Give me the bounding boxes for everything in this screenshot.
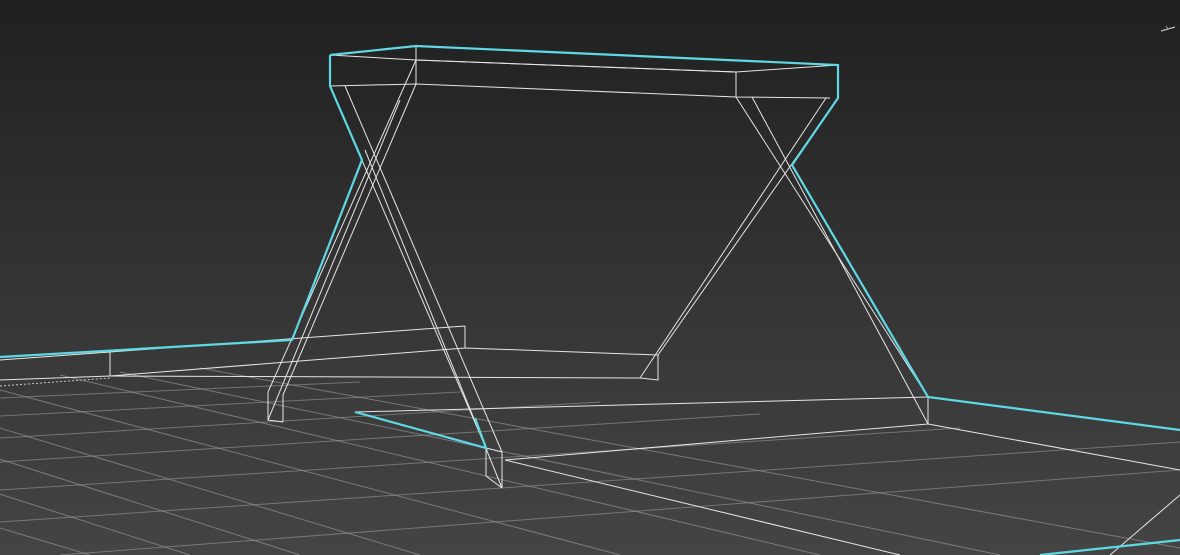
right-leg-a-outer [735, 96, 929, 398]
left-leg-lower-b [267, 99, 401, 421]
beam-bottom-front [329, 83, 831, 99]
grid-depth-line [59, 374, 821, 555]
grid-depth-line [199, 367, 1180, 549]
grid-cross-line [0, 391, 461, 417]
seat-top-right [464, 326, 659, 356]
seat-front-edge [109, 375, 641, 379]
swing-seat[interactable] [0, 325, 659, 381]
grid-cross-line [0, 413, 761, 463]
right-leg-b-inner [639, 97, 827, 379]
3d-viewport[interactable] [0, 0, 1180, 555]
right-leg-a-inner [751, 96, 929, 425]
selection-outline-left [0, 55, 364, 359]
left-leg-b-outer [267, 59, 417, 393]
grid-depth-line [0, 493, 191, 555]
swing-base[interactable] [354, 396, 1180, 555]
grid-cross-line [0, 401, 601, 439]
viewport-scene[interactable] [0, 0, 1180, 555]
grid-depth-line [0, 389, 621, 555]
home-grid [0, 367, 1180, 555]
beam-top-front [329, 54, 839, 73]
base-front-edge [504, 423, 929, 461]
base-right-floor [927, 423, 1180, 471]
grid-cross-line [59, 469, 1180, 555]
grid-depth-line [0, 427, 421, 555]
left-leg-b-foot [267, 392, 284, 423]
seat-right-end [639, 355, 659, 381]
axis-tripod-icon [1160, 25, 1176, 32]
grid-depth-line [0, 458, 301, 555]
base-top-edge [354, 396, 929, 413]
beam-inner-3 [415, 59, 737, 73]
selection-outline-right-low [1039, 538, 1180, 555]
